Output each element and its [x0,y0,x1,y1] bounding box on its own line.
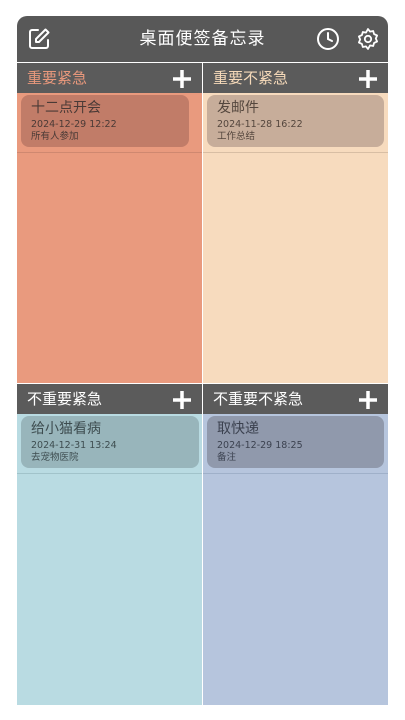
note-card[interactable]: 十二点开会 2024-12-29 12:22 所有人参加 [21,95,189,147]
app-window: 桌面便签备忘录 重要紧急 十二点开会 2024-12-29 12:22 所有人参… [17,16,388,705]
top-bar: 桌面便签备忘录 [17,16,388,62]
note-remark: 备注 [217,452,237,463]
quadrant-label: 重要不紧急 [213,69,289,87]
divider [17,152,202,153]
quadrant-header-important-urgent: 重要紧急 [17,63,202,93]
note-remark: 去宠物医院 [31,452,79,463]
quadrant-label: 不重要紧急 [27,390,103,408]
plus-icon[interactable] [358,69,378,89]
clock-icon[interactable] [316,27,340,51]
note-title: 十二点开会 [31,100,101,116]
note-title: 取快递 [217,421,259,437]
note-title: 给小猫看病 [31,421,101,437]
quadrant-header-important-not-urgent: 重要不紧急 [203,63,388,93]
quadrant-header-not-important-not-urgent: 不重要不紧急 [203,384,388,414]
note-card[interactable]: 给小猫看病 2024-12-31 13:24 去宠物医院 [21,416,199,468]
gear-icon[interactable] [356,27,380,51]
note-remark: 工作总结 [217,131,256,142]
quadrant-important-not-urgent[interactable]: 发邮件 2024-11-28 16:22 工作总结 [203,93,388,383]
quadrant-not-important-urgent[interactable]: 给小猫看病 2024-12-31 13:24 去宠物医院 [17,414,202,705]
note-remark: 所有人参加 [31,131,79,142]
note-title: 发邮件 [217,100,259,116]
note-date: 2024-12-29 12:22 [31,119,117,130]
quadrant-header-not-important-urgent: 不重要紧急 [17,384,202,414]
plus-icon[interactable] [172,69,192,89]
divider [203,152,388,153]
note-card[interactable]: 取快递 2024-12-29 18:25 备注 [207,416,384,468]
note-date: 2024-12-31 13:24 [31,440,117,451]
quadrant-label: 重要紧急 [27,69,88,87]
note-date: 2024-12-29 18:25 [217,440,303,451]
divider [17,473,202,474]
divider [203,473,388,474]
plus-icon[interactable] [358,390,378,410]
note-card[interactable]: 发邮件 2024-11-28 16:22 工作总结 [207,95,384,147]
quadrant-label: 不重要不紧急 [213,390,304,408]
quadrant-not-important-not-urgent[interactable]: 取快递 2024-12-29 18:25 备注 [203,414,388,705]
quadrant-important-urgent[interactable]: 十二点开会 2024-12-29 12:22 所有人参加 [17,93,202,383]
plus-icon[interactable] [172,390,192,410]
note-date: 2024-11-28 16:22 [217,119,303,130]
